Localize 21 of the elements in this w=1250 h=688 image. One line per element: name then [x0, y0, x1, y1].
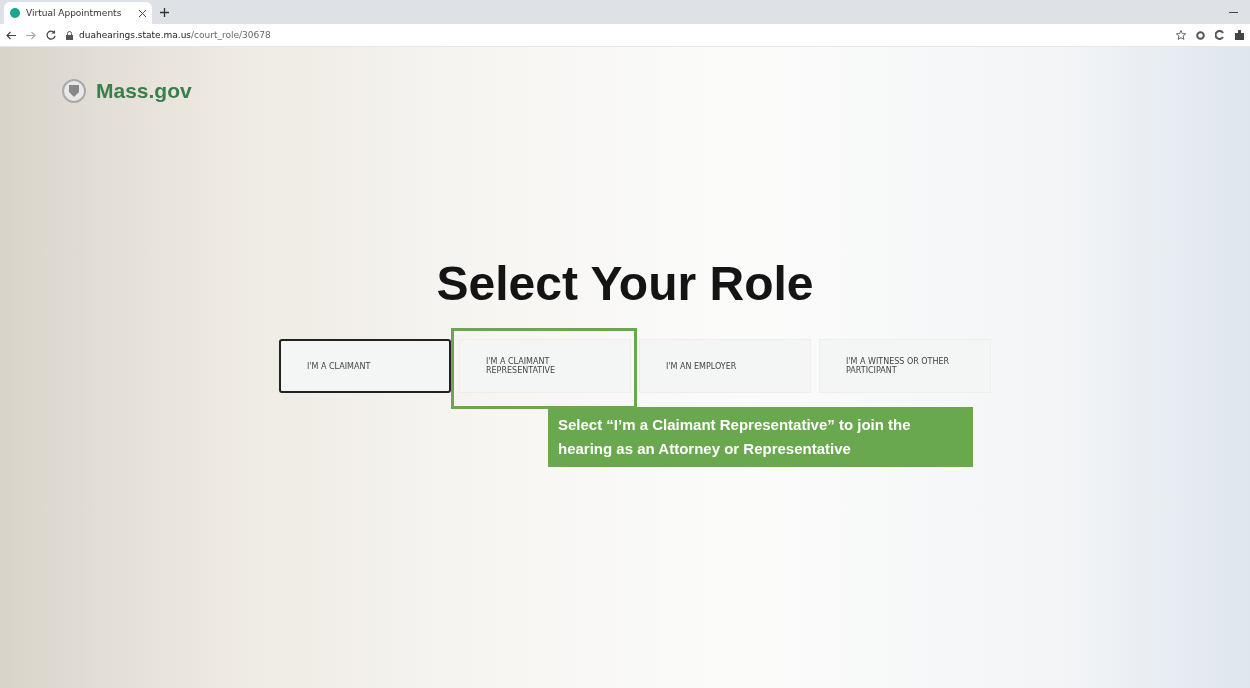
- site-logo[interactable]: Mass.gov: [96, 79, 192, 103]
- back-icon[interactable]: [6, 30, 16, 40]
- callout-note: Select “I’m a Claimant Representative” to join the hearing as an Attorney or Representative: [548, 407, 973, 467]
- star-icon[interactable]: [1176, 30, 1186, 40]
- seal-icon: [62, 79, 86, 103]
- reload-icon[interactable]: [46, 30, 56, 40]
- new-tab-icon[interactable]: [160, 7, 169, 17]
- tab-title: Virtual Appointments: [26, 8, 123, 18]
- page-heading: Select Your Role: [435, 256, 815, 311]
- circle-icon[interactable]: [1196, 30, 1205, 40]
- role-button[interactable]: I'M A CLAIMANT: [279, 339, 451, 393]
- role-button[interactable]: I'M AN EMPLOYER: [639, 339, 811, 393]
- role-button[interactable]: I'M A CLAIMANT REPRESENTATIVE: [459, 339, 631, 393]
- minimize-icon[interactable]: [1229, 11, 1238, 13]
- close-icon[interactable]: [139, 9, 146, 17]
- url-domain[interactable]: duahearings.state.ma.us: [79, 30, 192, 40]
- browser-tab[interactable]: Virtual Appointments: [4, 2, 152, 24]
- site-icon: [10, 8, 20, 18]
- url-path[interactable]: /court_role/30678: [191, 30, 271, 40]
- lock-icon: [66, 30, 73, 40]
- role-button[interactable]: I'M A WITNESS OR OTHER PARTICIPANT: [819, 339, 991, 393]
